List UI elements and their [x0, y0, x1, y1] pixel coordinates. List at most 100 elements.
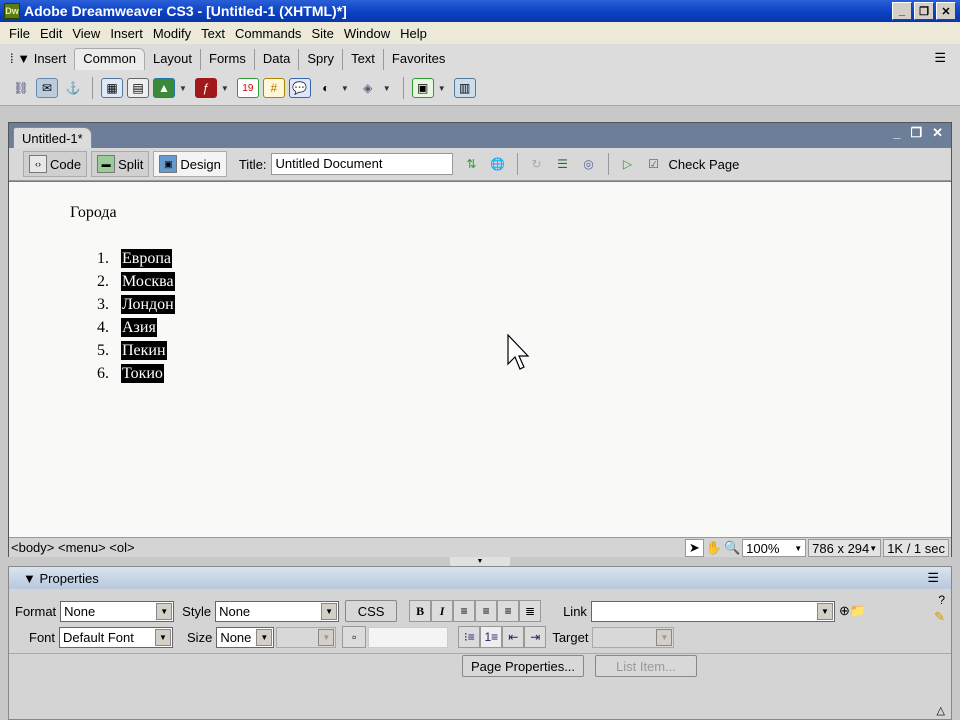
check-page-icon[interactable]: ☑	[643, 154, 665, 174]
browse-folder-icon[interactable]: 📁	[850, 603, 866, 619]
close-button[interactable]: ✕	[936, 2, 956, 20]
tab-layout[interactable]: Layout	[145, 49, 202, 70]
format-select[interactable]: None ▼	[60, 600, 175, 622]
code-view-button[interactable]: ‹› Code	[23, 151, 88, 177]
list-item-text[interactable]: Москва	[121, 272, 175, 291]
tag-chooser-icon[interactable]: ▥	[453, 78, 476, 98]
window-size-select[interactable]: 786 x 294 ▼	[808, 539, 882, 557]
menu-bar: File Edit View Insert Modify Text Comman…	[0, 22, 960, 44]
text-color-picker[interactable]: ▫	[342, 626, 367, 648]
link-input[interactable]: ▼	[590, 600, 835, 622]
text-color-input[interactable]	[368, 626, 449, 648]
page-properties-button[interactable]: Page Properties...	[462, 655, 584, 677]
justify-button[interactable]: ≣	[519, 600, 542, 622]
menu-help[interactable]: Help	[395, 26, 432, 41]
target-select: ▼	[592, 626, 675, 648]
media-flash-icon[interactable]: ƒ	[194, 78, 217, 98]
templates-icon[interactable]: ▣	[411, 78, 434, 98]
panel-options-icon[interactable]: ☰	[927, 570, 939, 586]
panel-splitter-handle[interactable]: ▼	[450, 557, 510, 566]
page-heading: Города	[70, 204, 117, 221]
collapse-panel-icon[interactable]: △	[937, 704, 945, 717]
help-icon[interactable]: ?	[938, 593, 945, 607]
italic-button[interactable]: I	[431, 600, 454, 622]
design-view[interactable]: Города 1. Европа 2. Москва 3. Лондон 4. Азия…	[9, 182, 951, 537]
tab-data[interactable]: Data	[255, 49, 300, 70]
list-number: 5.	[97, 342, 109, 359]
style-select[interactable]: None ▼	[215, 600, 340, 622]
tab-text[interactable]: Text	[343, 49, 384, 70]
head-icon[interactable]: ◐	[315, 78, 337, 98]
menu-site[interactable]: Site	[306, 26, 338, 41]
menu-commands[interactable]: Commands	[230, 26, 306, 41]
indent-button[interactable]: ⇥	[524, 626, 547, 648]
unordered-list-button[interactable]: ⁝≡	[458, 626, 481, 648]
align-left-button[interactable]: ≡	[453, 600, 476, 622]
file-management-icon[interactable]: ⇅	[461, 154, 483, 174]
tab-favorites[interactable]: Favorites	[384, 49, 453, 70]
split-view-button[interactable]: ▬ Split	[91, 151, 150, 177]
document-tab[interactable]: Untitled-1*	[13, 127, 92, 149]
check-page-button[interactable]: Check Page	[669, 157, 740, 172]
properties-title: Properties	[39, 570, 99, 586]
menu-modify[interactable]: Modify	[148, 26, 196, 41]
size-select[interactable]: None ▼	[216, 626, 275, 648]
restore-button[interactable]: ❐	[914, 2, 934, 20]
menu-edit[interactable]: Edit	[35, 26, 67, 41]
font-select[interactable]: Default Font ▼	[59, 626, 174, 648]
list-item-text[interactable]: Пекин	[121, 341, 167, 360]
zoom-tool-icon[interactable]: 🔍	[724, 540, 740, 556]
hand-tool-icon[interactable]: ✋	[706, 540, 722, 556]
menu-text[interactable]: Text	[196, 26, 230, 41]
align-right-button[interactable]: ≡	[497, 600, 520, 622]
list-item-text[interactable]: Азия	[121, 318, 157, 337]
menu-window[interactable]: Window	[339, 26, 395, 41]
insert-bar-toggle[interactable]: ⁞ ▼ Insert	[8, 51, 74, 70]
outdent-button[interactable]: ⇤	[502, 626, 525, 648]
doc-restore-button[interactable]: ❐	[910, 125, 922, 141]
tab-spry[interactable]: Spry	[299, 49, 344, 70]
style-value: None	[219, 603, 251, 619]
menu-view[interactable]: View	[67, 26, 105, 41]
doc-minimize-button[interactable]: _	[893, 125, 900, 141]
doc-close-button[interactable]: ✕	[932, 125, 943, 141]
tab-forms[interactable]: Forms	[201, 49, 255, 70]
tab-common[interactable]: Common	[74, 48, 145, 70]
menu-insert[interactable]: Insert	[105, 26, 148, 41]
preview-browser-icon[interactable]: 🌐	[487, 154, 509, 174]
validate-markup-icon[interactable]: ▷	[617, 154, 639, 174]
css-button[interactable]: CSS	[345, 600, 398, 622]
comment-icon[interactable]: 💬	[288, 78, 311, 98]
list-item-text[interactable]: Токио	[121, 364, 164, 383]
hyperlink-icon[interactable]: ⛓	[10, 78, 32, 98]
panel-options-icon[interactable]: ☰	[934, 50, 946, 66]
view-options-icon[interactable]: ☰	[552, 154, 574, 174]
select-tool-icon[interactable]: ➤	[684, 539, 704, 557]
date-icon[interactable]: 19	[236, 78, 259, 98]
quick-tag-editor-icon[interactable]: ✎	[934, 609, 945, 625]
script-icon[interactable]: ◈	[357, 78, 379, 98]
zoom-value: 100%	[746, 540, 780, 556]
named-anchor-icon[interactable]: ⚓	[62, 78, 84, 98]
bold-button[interactable]: B	[409, 600, 432, 622]
table-icon[interactable]: ▦	[101, 78, 123, 98]
tag-selector[interactable]: <body> <menu> <ol>	[11, 540, 135, 555]
ordered-list-button[interactable]: 1≡	[480, 626, 503, 648]
list-item-text[interactable]: Лондон	[121, 295, 175, 314]
div-icon[interactable]: ▤	[127, 78, 149, 98]
properties-header[interactable]: ▼ Properties ☰	[9, 567, 951, 589]
design-view-button[interactable]: ▣ Design	[153, 151, 227, 177]
menu-file[interactable]: File	[4, 26, 35, 41]
document-title-input[interactable]: Untitled Document	[270, 153, 453, 175]
minimize-button[interactable]: _	[892, 2, 912, 20]
image-icon[interactable]: ▲	[153, 78, 175, 98]
email-link-icon[interactable]: ✉	[36, 78, 58, 98]
refresh-icon[interactable]: ↻	[526, 154, 548, 174]
align-center-button[interactable]: ≡	[475, 600, 498, 622]
list-item-text[interactable]: Европа	[121, 249, 172, 268]
zoom-select[interactable]: 100% ▼	[742, 539, 807, 557]
point-to-file-icon[interactable]: ⊕	[839, 603, 850, 619]
list-number: 6.	[97, 365, 109, 382]
visual-aids-icon[interactable]: ◎	[578, 154, 600, 174]
server-side-include-icon[interactable]: #	[262, 78, 285, 98]
